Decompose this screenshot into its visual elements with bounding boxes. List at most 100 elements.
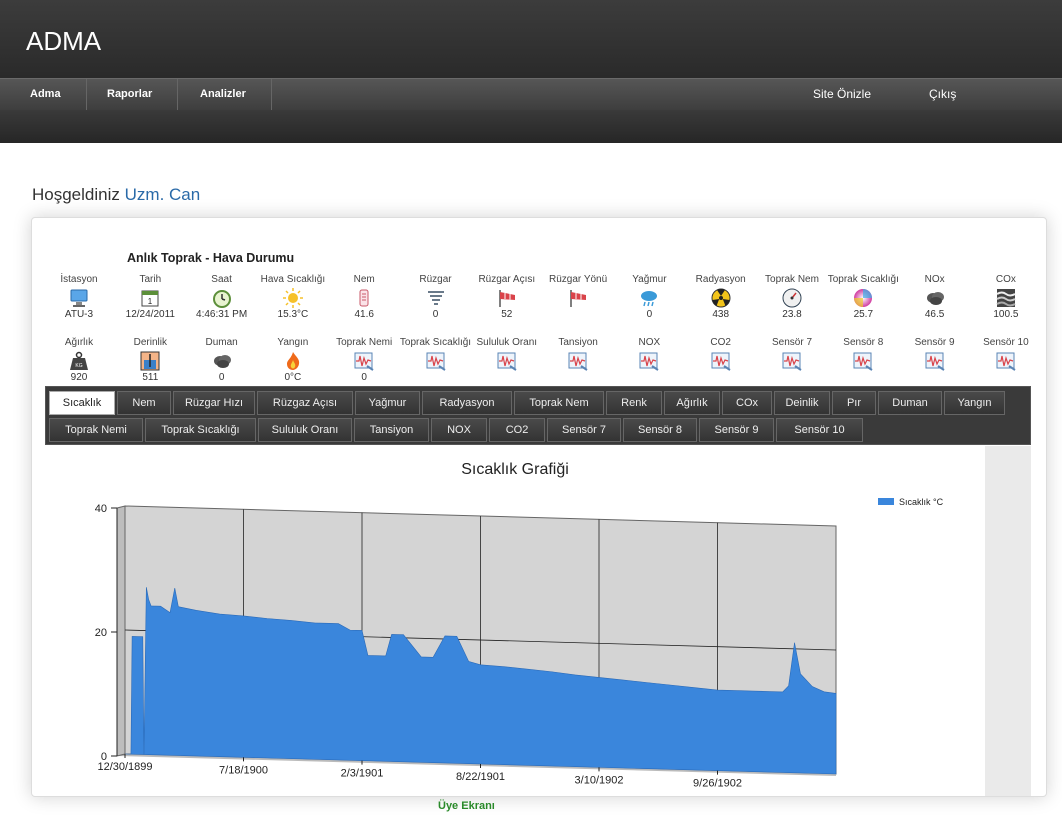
sensor-value: 12/24/2011 — [125, 309, 175, 320]
sensor-label: NOX — [638, 337, 661, 348]
nav-logout[interactable]: Çıkış — [929, 79, 956, 111]
tab-co2[interactable]: CO2 — [489, 418, 545, 442]
tab-toprak-nemi[interactable]: Toprak Nemi — [49, 418, 143, 442]
sensor-label: CO2 — [710, 337, 731, 348]
sensor-sensör-9[interactable]: Sensör 9 — [898, 337, 972, 372]
sub-header-bar — [0, 110, 1062, 143]
plot-left-wall — [116, 505, 126, 757]
windsock-icon — [496, 287, 518, 309]
sensor-value: 25.7 — [853, 309, 874, 320]
sensor-label: Yağmur — [632, 274, 667, 285]
radiation-icon — [710, 287, 732, 309]
nav-item-adma[interactable]: Adma — [30, 79, 87, 111]
sensor-label: Ağırlık — [64, 337, 94, 348]
sensor-rüzgar-yönü[interactable]: Rüzgar Yönü — [541, 274, 615, 309]
sensor-value: ATU-3 — [64, 309, 94, 320]
sensor-ağırlık[interactable]: Ağırlık KG 920 — [42, 337, 116, 383]
sensor-sensör-10[interactable]: Sensör 10 — [969, 337, 1043, 372]
tab-yangın[interactable]: Yangın — [944, 391, 1005, 415]
top-header: ADMA — [0, 0, 1062, 78]
nav-item-raporlar[interactable]: Raporlar — [107, 79, 179, 111]
nav-item-analizler[interactable]: Analizler — [200, 79, 272, 111]
sensor-duman[interactable]: Duman 0 — [185, 337, 259, 383]
tab-sensör-8[interactable]: Sensör 8 — [623, 418, 697, 442]
sensor-label: Rüzgar Yönü — [548, 274, 608, 285]
sensor-i-stasyon[interactable]: İstasyon ATU-3 — [42, 274, 116, 320]
tab-sensör-9[interactable]: Sensör 9 — [699, 418, 774, 442]
fire-icon — [282, 350, 304, 372]
sensor-co2[interactable]: CO2 — [684, 337, 758, 372]
tornado-icon — [425, 287, 447, 309]
tab-sensör-7[interactable]: Sensör 7 — [547, 418, 621, 442]
nav-site-preview[interactable]: Site Önizle — [813, 79, 871, 111]
tab-yağmur[interactable]: Yağmur — [355, 391, 420, 415]
sensor-yangın[interactable]: Yangın 0°C — [256, 337, 330, 383]
sensor-toprak-nemi[interactable]: Toprak Nemi 0 — [327, 337, 401, 383]
sensor-value: 0°C — [284, 372, 302, 383]
panel-title: Anlık Toprak - Hava Durumu — [127, 251, 295, 265]
tab-tansiyon[interactable]: Tansiyon — [354, 418, 429, 442]
tab-pır[interactable]: Pır — [832, 391, 876, 415]
sensor-value: 100.5 — [993, 309, 1019, 320]
gauge-icon — [781, 287, 803, 309]
sensor-label: Toprak Sıcaklığı — [827, 274, 899, 285]
sensor-nox[interactable]: NOx 46.5 — [898, 274, 972, 320]
tab-rüzgar-hızı[interactable]: Rüzgar Hızı — [173, 391, 255, 415]
tab-sensör-10[interactable]: Sensör 10 — [776, 418, 863, 442]
sensor-label: Tansiyon — [558, 337, 598, 348]
main-nav: Adma Raporlar Analizler Site Önizle Çıkı… — [0, 78, 1062, 111]
sensor-saat[interactable]: Saat 4:46:31 PM — [185, 274, 259, 320]
sensor-hava-sıcaklığı[interactable]: Hava Sıcaklığı 15.3°C — [256, 274, 330, 320]
dashboard-panel: Anlık Toprak - Hava Durumu İstasyon ATU-3… — [31, 217, 1047, 797]
tab-toprak-sıcaklığı[interactable]: Toprak Sıcaklığı — [145, 418, 256, 442]
sensor-value: 0 — [218, 372, 225, 383]
sensor-tansiyon[interactable]: Tansiyon — [541, 337, 615, 372]
sensor-sensör-7[interactable]: Sensör 7 — [755, 337, 829, 372]
sensor-label: Toprak Sıcaklığı — [399, 337, 472, 348]
tab-duman[interactable]: Duman — [878, 391, 942, 415]
sensor-yağmur[interactable]: Yağmur 0 — [612, 274, 686, 320]
temperature-chart: Sıcaklık Grafiği0204012/30/1899 7/18/1900… — [95, 461, 944, 790]
sensor-toprak-nem[interactable]: Toprak Nem 23.8 — [755, 274, 829, 320]
sensor-sensör-8[interactable]: Sensör 8 — [826, 337, 900, 372]
welcome-user[interactable]: Uzm. Can — [125, 185, 201, 204]
sensor-rüzgar[interactable]: Rüzgar 0 — [399, 274, 473, 320]
chart-tab-bar: Sıcaklık Nem Rüzgar Hızı Rüzgaz Açısı Yağmur… — [45, 386, 1031, 445]
sensor-value: 15.3°C — [277, 309, 309, 320]
sensor-tarih[interactable]: Tarih 1 12/24/2011 — [113, 274, 187, 320]
tab-radyasyon[interactable]: Radyasyon — [422, 391, 512, 415]
tab-nox[interactable]: NOX — [431, 418, 487, 442]
sensor-label: Duman — [205, 337, 238, 348]
sensor-cox[interactable]: COx 100.5 — [969, 274, 1043, 320]
humidity-icon — [353, 287, 375, 309]
sensor-label: Sululuk Oranı — [476, 337, 538, 348]
sensor-sululuk-oranı[interactable]: Sululuk Oranı — [470, 337, 544, 372]
color-wheel-icon — [852, 287, 874, 309]
sensor-nem[interactable]: Nem 41.6 — [327, 274, 401, 320]
sensor-derinlik[interactable]: Derinlik 511 — [113, 337, 187, 383]
welcome-greeting: Hoşgeldiniz — [32, 185, 120, 204]
tab-renk[interactable]: Renk — [606, 391, 662, 415]
tab-toprak-nem[interactable]: Toprak Nem — [514, 391, 604, 415]
sensor-value: 46.5 — [924, 309, 945, 320]
y-tick-label: 40 — [95, 503, 107, 515]
sensor-toprak-sıcaklığı[interactable]: Toprak Sıcaklığı — [399, 337, 473, 372]
tab-rüzgaz-açısı[interactable]: Rüzgaz Açısı — [257, 391, 353, 415]
sensor-rüzgar-açısı[interactable]: Rüzgar Açısı 52 — [470, 274, 544, 320]
sensor-toprak-sıcaklığı[interactable]: Toprak Sıcaklığı 25.7 — [826, 274, 900, 320]
tab-sıcaklık[interactable]: Sıcaklık — [49, 391, 115, 415]
app-title[interactable]: ADMA — [26, 26, 101, 57]
sensor-nox[interactable]: NOX — [612, 337, 686, 372]
tab-cox[interactable]: COx — [722, 391, 772, 415]
tab-ağırlık[interactable]: Ağırlık — [664, 391, 720, 415]
sensor-label: Nem — [353, 274, 375, 285]
tab-nem[interactable]: Nem — [117, 391, 171, 415]
tab-sululuk-oranı[interactable]: Sululuk Oranı — [258, 418, 352, 442]
signal-chart-icon — [425, 350, 447, 372]
sensor-radyasyon[interactable]: Radyasyon 438 — [684, 274, 758, 320]
sensor-label: Tarih — [139, 274, 162, 285]
signal-chart-icon — [852, 350, 874, 372]
tab-deinlik[interactable]: Deinlik — [774, 391, 830, 415]
svg-text:KG: KG — [75, 363, 82, 369]
welcome-message: Hoşgeldiniz Uzm. Can — [32, 185, 200, 205]
